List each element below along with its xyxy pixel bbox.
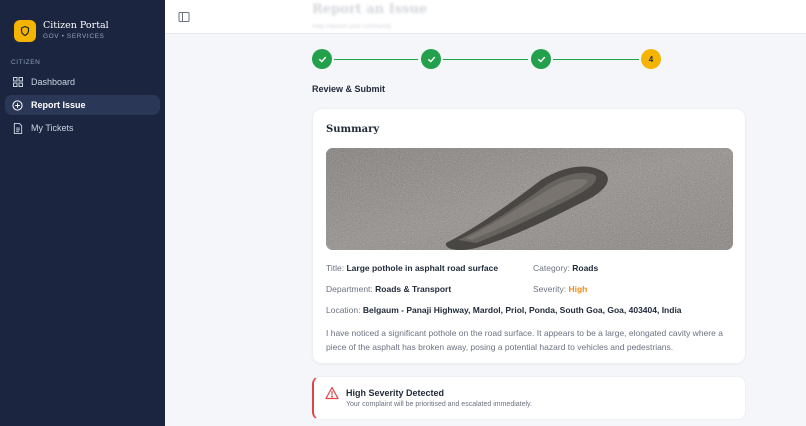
alert-title: High Severity Detected [346, 388, 445, 398]
check-icon [537, 56, 545, 62]
sidebar-item-label: My Tickets [31, 123, 74, 133]
page-subtitle: Help improve your community [312, 24, 392, 30]
sidebar-nav: Dashboard Report Issue My Tickets [5, 72, 160, 141]
location-value: Belgaum - Panaji Highway, Mardol, Priol,… [362, 305, 682, 315]
field-severity: Severity: High [533, 284, 587, 294]
sidebar-item-label: Dashboard [31, 77, 76, 87]
page-title: Report an Issue [312, 2, 428, 17]
plus-circle-icon [12, 99, 23, 111]
department-value: Roads & Transport [375, 284, 452, 294]
document-icon [12, 122, 23, 134]
sidebar: Citizen Portal GOV • SERVICES CITIZEN Da… [0, 0, 165, 426]
sidebar-item-dashboard[interactable]: Dashboard [5, 72, 160, 92]
title-value: Large pothole in asphalt road surface [346, 263, 499, 273]
severity-alert: High Severity Detected Your complaint wi… [312, 376, 746, 420]
brand-title: Citizen Portal [43, 19, 109, 31]
field-department: Department: Roads & Transport [326, 284, 451, 294]
issue-description: I have noticed a significant pothole on … [326, 328, 723, 352]
step-connector [443, 58, 528, 60]
sidebar-item-my-tickets[interactable]: My Tickets [5, 118, 160, 138]
title-label: Title: [326, 263, 345, 273]
department-label: Department: [326, 284, 373, 294]
field-location: Location: Belgaum - Panaji Highway, Mard… [326, 305, 682, 315]
summary-card: Summary Title: Large pothole in asphalt … [312, 108, 746, 364]
step-connector [553, 58, 639, 60]
brand[interactable]: Citizen Portal GOV • SERVICES [0, 0, 165, 48]
sidebar-toggle-icon[interactable] [178, 10, 190, 22]
sidebar-item-label: Report Issue [31, 100, 86, 110]
severity-value: High [568, 284, 588, 294]
step-2-complete [421, 49, 441, 69]
step-heading: Review & Submit [312, 84, 386, 94]
alert-message: Your complaint will be prioritised and e… [346, 401, 532, 408]
step-3-complete [531, 49, 551, 69]
sidebar-item-report-issue[interactable]: Report Issue [5, 95, 160, 115]
brand-subtitle: GOV • SERVICES [43, 32, 105, 40]
field-title: Title: Large pothole in asphalt road sur… [326, 263, 498, 273]
field-category: Category: Roads [533, 263, 598, 273]
severity-label: Severity: [533, 284, 567, 294]
issue-photo [326, 148, 733, 250]
category-value: Roads [572, 263, 599, 273]
grid-icon [12, 77, 23, 88]
step-4-current: 4 [641, 49, 661, 69]
check-icon [427, 56, 435, 62]
category-label: Category: [533, 263, 570, 273]
check-icon [318, 56, 326, 62]
sidebar-section-label: CITIZEN [11, 59, 41, 66]
shield-icon [14, 19, 36, 42]
summary-title: Summary [326, 124, 380, 135]
top-bar: Report an Issue Help improve your commun… [165, 0, 806, 34]
step-1-complete [312, 49, 332, 69]
warning-triangle-icon [325, 386, 339, 400]
step-connector [334, 58, 418, 60]
location-label: Location: [326, 305, 361, 315]
